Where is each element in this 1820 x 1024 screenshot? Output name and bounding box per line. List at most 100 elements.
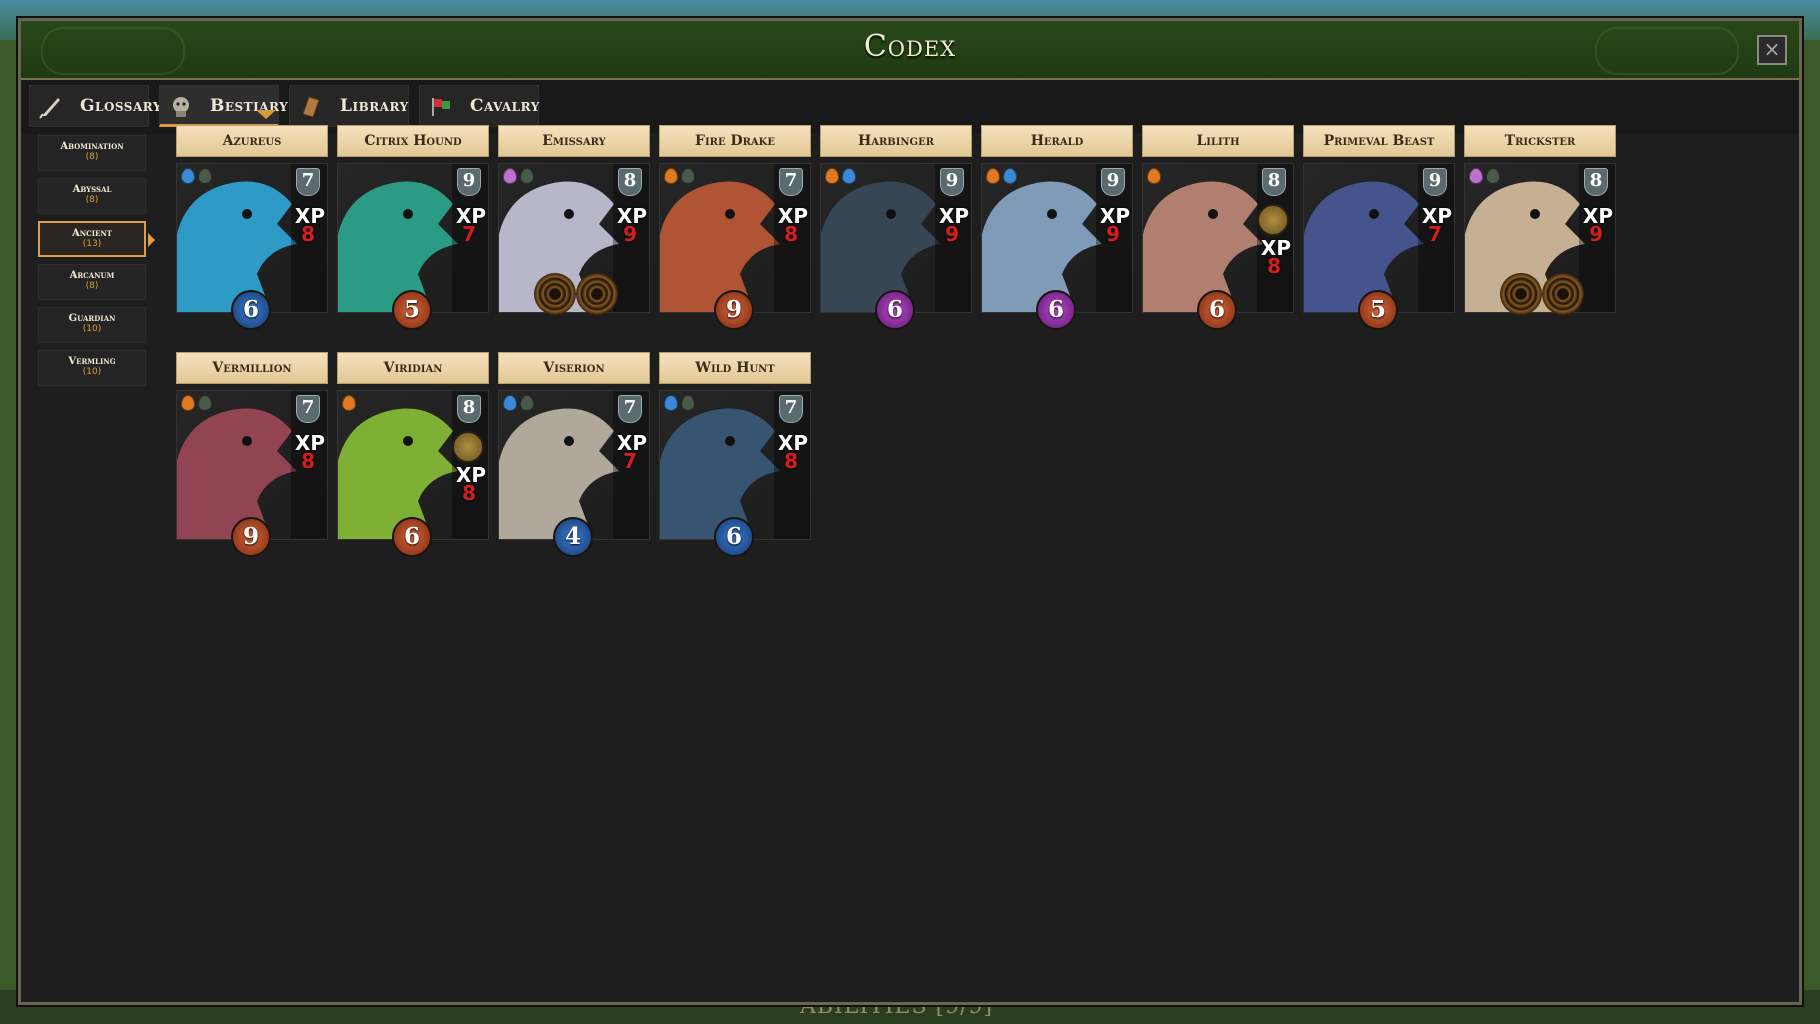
spiral-icon — [576, 273, 618, 315]
xp-value: 9 — [623, 222, 637, 246]
spiral-icon — [534, 273, 576, 315]
category-guardian[interactable]: Guardian (10) — [38, 307, 146, 343]
element-badges — [181, 168, 215, 188]
level-coin: 4 — [553, 517, 593, 557]
tab-label: Library — [340, 96, 409, 116]
creature-card[interactable]: Primeval Beast 9 XP 7 5 — [1303, 125, 1455, 330]
creature-card[interactable]: Viserion 7 XP 7 4 — [498, 352, 650, 557]
level-coin: 6 — [714, 517, 754, 557]
creature-name: Wild Hunt — [659, 352, 811, 384]
spiral-icon — [1500, 273, 1542, 315]
creature-card[interactable]: Azureus 7 XP 8 6 — [176, 125, 328, 330]
creature-name: Citrix Hound — [337, 125, 489, 157]
active-tab-indicator — [256, 110, 276, 119]
creature-card[interactable]: Harbinger 9 XP 9 6 — [820, 125, 972, 330]
category-count: (8) — [85, 281, 99, 291]
creature-card[interactable]: Vermillion 7 XP 8 9 — [176, 352, 328, 557]
category-count: (8) — [85, 152, 99, 162]
fire-element-icon — [664, 168, 678, 184]
fire-element-icon — [986, 168, 1000, 184]
creature-head-icon — [173, 97, 189, 117]
xp-value: 7 — [1428, 222, 1442, 246]
tab-library[interactable]: Library — [289, 85, 409, 127]
dark-element-icon — [198, 395, 212, 411]
creature-card[interactable]: Citrix Hound 9 XP 7 5 — [337, 125, 489, 330]
category-name: Abomination — [60, 141, 124, 152]
fire-element-icon — [342, 395, 356, 411]
xp-value: 8 — [784, 222, 798, 246]
shield-icon: 9 — [1101, 168, 1125, 196]
dark-element-icon — [1486, 168, 1500, 184]
creature-card[interactable]: Viridian 8 XP 8 6 — [337, 352, 489, 557]
creature-name: Viserion — [498, 352, 650, 384]
xp-value: 8 — [462, 481, 476, 505]
category-name: Guardian — [68, 313, 116, 324]
xp-value: 8 — [301, 449, 315, 473]
creature-card[interactable]: Emissary 8 XP 9 — [498, 125, 650, 321]
creature-card[interactable]: Trickster 8 XP 9 — [1464, 125, 1616, 321]
creature-name: Herald — [981, 125, 1133, 157]
element-badges — [664, 168, 698, 188]
creature-name: Trickster — [1464, 125, 1616, 157]
creature-card[interactable]: Wild Hunt 7 XP 8 6 — [659, 352, 811, 557]
tab-label: Bestiary — [210, 96, 289, 116]
creature-name: Azureus — [176, 125, 328, 157]
bell-token-icon — [452, 431, 484, 463]
creature-name: Lilith — [1142, 125, 1294, 157]
element-badges — [825, 168, 859, 188]
bell-token-icon — [1257, 204, 1289, 236]
spiral-tokens — [534, 273, 620, 317]
shield-icon: 7 — [296, 395, 320, 423]
category-abyssal[interactable]: Abyssal (8) — [38, 178, 146, 214]
level-coin: 6 — [875, 290, 915, 330]
creature-name: Viridian — [337, 352, 489, 384]
dark-element-icon — [681, 395, 695, 411]
xp-value: 9 — [1106, 222, 1120, 246]
category-count: (10) — [82, 367, 102, 377]
category-count: (13) — [82, 239, 102, 249]
water-element-icon — [842, 168, 856, 184]
book-icon — [302, 96, 320, 118]
arcane-element-icon — [503, 168, 517, 184]
category-name: Vermling — [68, 356, 116, 367]
fire-element-icon — [181, 395, 195, 411]
category-name: Ancient — [72, 228, 112, 239]
category-abomination[interactable]: Abomination (8) — [38, 135, 146, 171]
fire-element-icon — [1147, 168, 1161, 184]
category-count: (10) — [82, 324, 102, 334]
category-name: Arcanum — [69, 270, 115, 281]
dark-element-icon — [520, 395, 534, 411]
shield-icon: 7 — [779, 395, 803, 423]
category-vermling[interactable]: Vermling (10) — [38, 350, 146, 386]
arcane-element-icon — [1469, 168, 1483, 184]
creature-art — [1304, 181, 1424, 312]
tab-glossary[interactable]: Glossary — [29, 85, 161, 127]
category-arcanum[interactable]: Arcanum (8) — [38, 264, 146, 300]
water-element-icon — [664, 395, 678, 411]
creature-name: Emissary — [498, 125, 650, 157]
creature-card[interactable]: Herald 9 XP 9 6 — [981, 125, 1133, 330]
creature-card[interactable]: Fire Drake 7 XP 8 9 — [659, 125, 811, 330]
element-badges — [503, 168, 537, 188]
category-count: (8) — [85, 195, 99, 205]
xp-value: 9 — [1589, 222, 1603, 246]
xp-value: 7 — [462, 222, 476, 246]
category-name: Abyssal — [72, 184, 112, 195]
element-badges — [342, 395, 359, 415]
element-badges — [181, 395, 215, 415]
shield-icon: 9 — [1423, 168, 1447, 196]
shield-icon: 9 — [457, 168, 481, 196]
xp-value: 9 — [945, 222, 959, 246]
creature-card[interactable]: Lilith 8 XP 8 6 — [1142, 125, 1294, 330]
xp-value: 8 — [1267, 254, 1281, 278]
shield-icon: 7 — [779, 168, 803, 196]
category-list: Abomination (8) Abyssal (8) Ancient (13)… — [38, 135, 155, 393]
element-badges — [1469, 168, 1503, 188]
tab-bestiary[interactable]: Bestiary — [159, 85, 288, 127]
close-button[interactable]: × — [1757, 35, 1787, 65]
level-coin: 6 — [392, 517, 432, 557]
shield-icon: 8 — [618, 168, 642, 196]
tab-cavalry[interactable]: Cavalry — [419, 85, 539, 127]
category-ancient[interactable]: Ancient (13) — [38, 221, 155, 257]
tab-label: Cavalry — [470, 96, 540, 116]
